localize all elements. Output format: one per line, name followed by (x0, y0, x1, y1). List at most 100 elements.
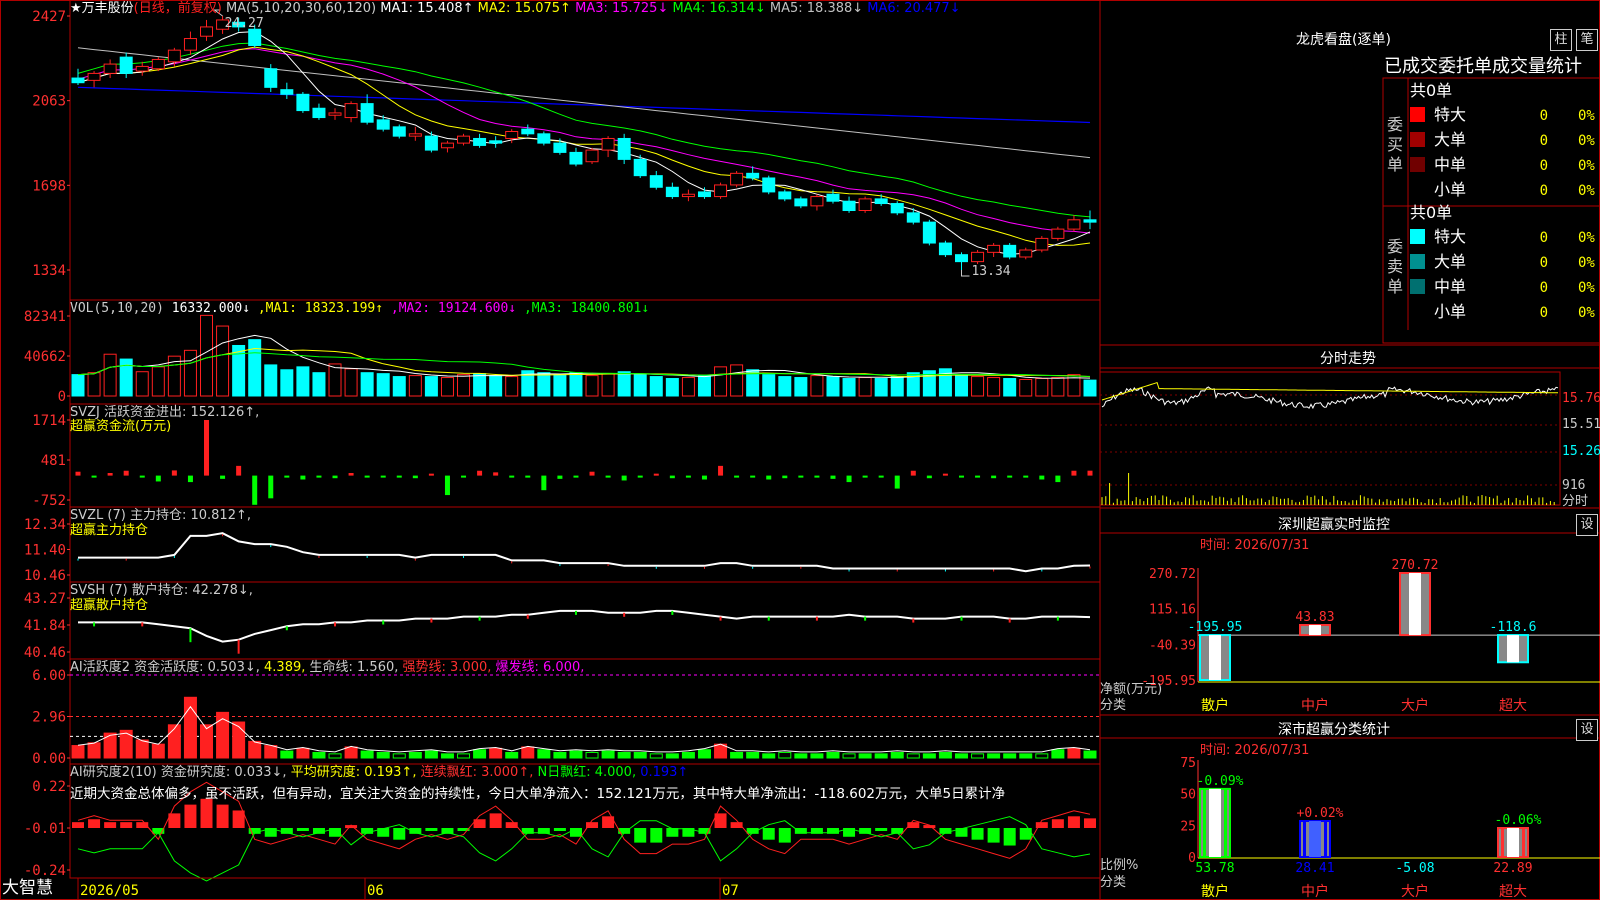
volume-bar (762, 374, 776, 397)
volHeader-item: ,MA3: 18400.801↓ (523, 301, 650, 316)
dragon-title: 龙虎看盘(逐单) (1296, 32, 1391, 48)
candle-body (1051, 228, 1065, 239)
buy-order-swatch (1410, 132, 1425, 147)
svzj-bar (1087, 470, 1093, 476)
ai1-bar (200, 724, 214, 759)
ai1-bar (874, 753, 888, 759)
volume-bar (360, 372, 374, 397)
buy-side-label: 单 (1387, 155, 1403, 174)
ai2-bar (184, 804, 197, 828)
ai1-bar (762, 753, 776, 759)
volHeader-item: ,MA1: 18323.199↑ (257, 301, 391, 316)
pen-mode-button[interactable]: 笔 (1576, 29, 1598, 51)
monitor-bar (1299, 624, 1331, 637)
svzj-bar (525, 475, 531, 478)
monitor-category: 散户 (1201, 697, 1229, 714)
stock-tag[interactable]: (日线，前复权) (134, 1, 222, 16)
svzj-bar (493, 472, 499, 476)
ai1-bar (826, 751, 840, 759)
ai1-bar (151, 743, 165, 759)
ai1-bar (505, 751, 519, 759)
monitor-value-label: 270.72 (1392, 558, 1439, 573)
svzl-ytick: 11.40 (24, 543, 66, 559)
candle-body (987, 244, 1001, 253)
classify-bar-edge (1203, 788, 1206, 857)
ai1-bar (87, 742, 101, 759)
price-ytick: 2063 (32, 94, 66, 110)
svsh-ytick: 41.84 (24, 618, 66, 634)
ai1-bar (1019, 753, 1033, 759)
ai1-bar (71, 745, 85, 759)
svzj-bar (958, 475, 964, 478)
ai1-bar (922, 753, 936, 759)
classify-settings-button[interactable]: 设 (1576, 719, 1598, 741)
svzj-bar (798, 475, 804, 478)
ai1-ytick: 2.96 (32, 710, 66, 726)
ai1-header: AI活跃度2 资金活跃度: 0.503↓, 4.389, 生命线: 1.560,… (70, 660, 584, 676)
svzj-ytick: 1714 (32, 413, 66, 429)
svzj-bar (348, 473, 354, 476)
low-marker (960, 270, 970, 277)
candle-body (617, 137, 631, 160)
monitor-bar-shine (1209, 635, 1221, 680)
candle-body (200, 26, 214, 37)
ai2-bar (72, 822, 84, 828)
stock-name[interactable]: ★万丰股份 (70, 1, 134, 16)
app-logo: 大智慧 (2, 878, 53, 898)
svzj-bar (236, 465, 242, 476)
volume-bar (376, 373, 390, 397)
svzj-bar (1007, 475, 1013, 478)
volume-bar (601, 373, 615, 397)
ai2-bar (200, 798, 213, 828)
classify-bar-edge (1303, 821, 1306, 857)
volume-bar (216, 325, 230, 397)
sell-order-row-count: 0 (1540, 255, 1548, 271)
svzj-bar (300, 475, 306, 480)
candle-body (119, 56, 133, 74)
classify-bar-shine (1209, 788, 1221, 857)
svzj-bar (91, 475, 97, 478)
volume-bar (71, 374, 85, 397)
classify-bar (1299, 820, 1331, 858)
volume-bar (328, 363, 342, 397)
volume-bar (200, 314, 214, 397)
sell-order-total: 共0单 (1410, 203, 1452, 222)
ai1-line (77, 705, 1091, 753)
volume-bar (537, 372, 551, 397)
svzj-bar (621, 475, 627, 481)
ai2-bar (489, 813, 502, 828)
volume-bar (810, 375, 824, 397)
ai1-bar (135, 739, 149, 759)
monitor-bar (1199, 634, 1231, 681)
ai1-bar (987, 753, 1001, 759)
classify-ytick: 50 (1180, 788, 1196, 803)
classify-ytick: 25 (1180, 819, 1196, 834)
monitor-settings-button[interactable]: 设 (1576, 514, 1598, 536)
ma-header: MA(5,10,20,30,60,120) MA1: 15.408↑ MA2: … (226, 1, 961, 16)
sell-side-label: 委 (1387, 237, 1403, 256)
ai1-bar (553, 751, 567, 759)
volume-bar (778, 376, 792, 397)
sell-order-row-count: 0 (1540, 305, 1548, 321)
svsh-line (78, 609, 1091, 643)
buy-order-total: 共0单 (1410, 81, 1452, 100)
volume-bar (489, 375, 503, 397)
svzj-bar (252, 475, 258, 505)
maHeader-item: MA(5,10,20,30,60,120) (225, 1, 381, 16)
svzj-bar (910, 470, 916, 476)
classify-bar (1497, 827, 1529, 858)
ai2-bar (1084, 818, 1096, 828)
svzj-bar (942, 473, 948, 476)
ai1-bar (312, 751, 326, 759)
intraday-ytick: 15.76 (1562, 391, 1600, 406)
ai2Header-item: N日飘红: 4.000, (537, 765, 641, 780)
ai1-bar (1051, 749, 1065, 759)
volume-bar (119, 358, 133, 397)
vol-header: VOL(5,10,20) 16332.000↓ ,MA1: 18323.199↑… (70, 301, 649, 317)
candle-body (376, 119, 390, 130)
svzj-bar (1071, 470, 1077, 476)
bar-mode-button[interactable]: 柱 (1550, 29, 1572, 51)
volume-bar (681, 377, 695, 397)
volume-bar (1083, 379, 1097, 397)
buy-order-row-name: 中单 (1434, 155, 1466, 174)
